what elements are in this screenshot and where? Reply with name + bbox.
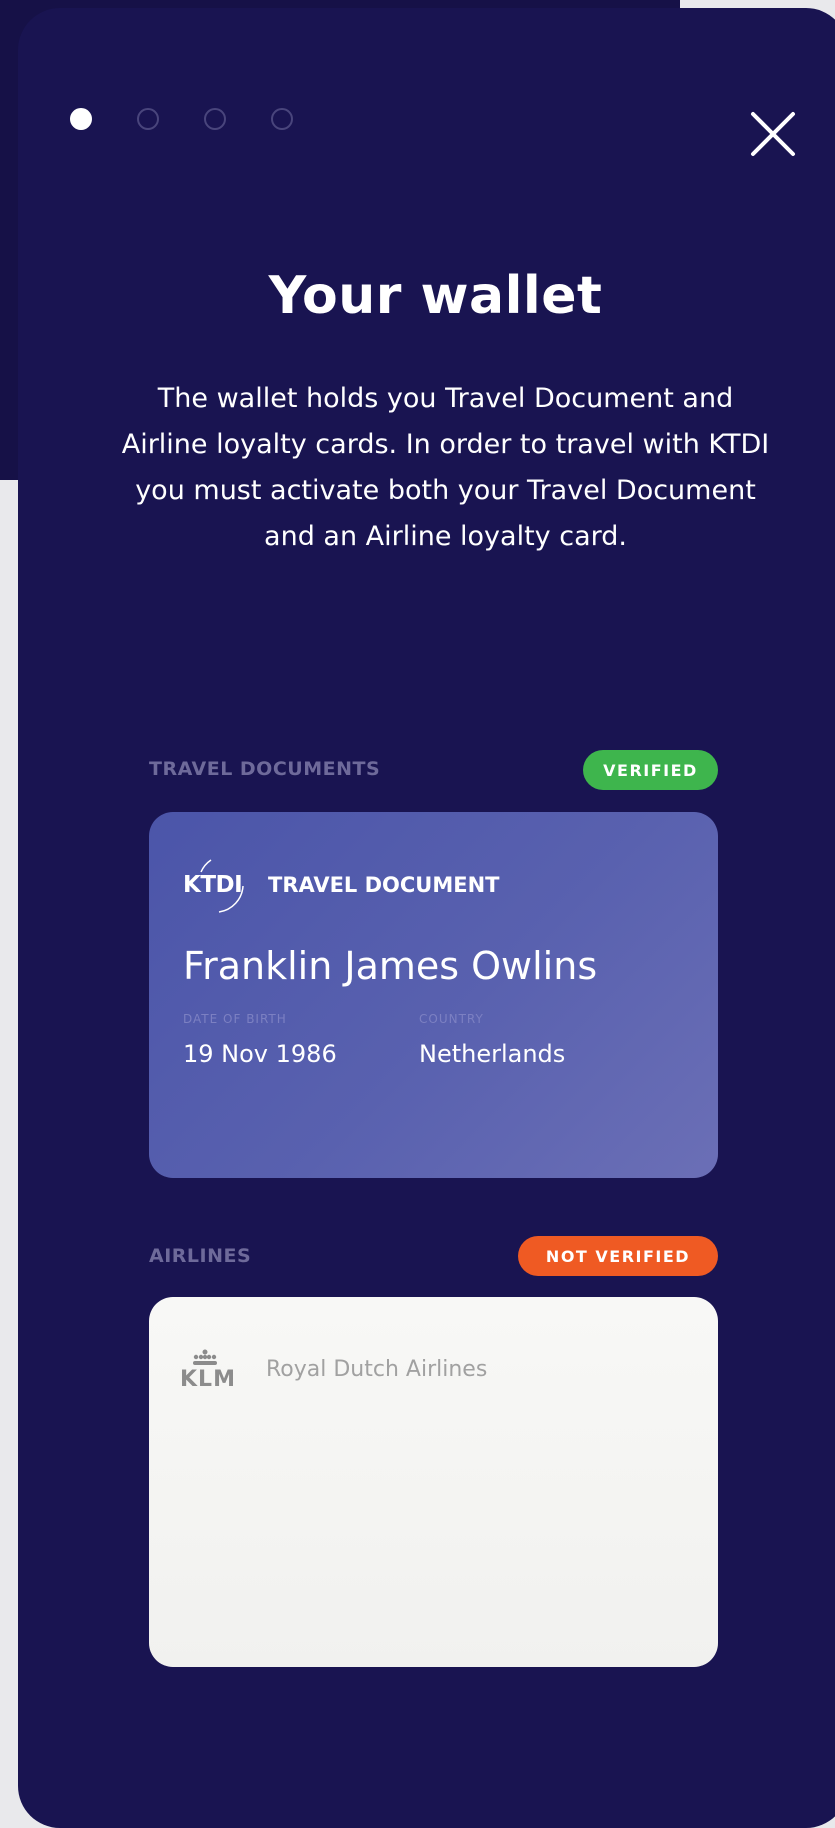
airline-loyalty-card[interactable]: KLM Royal Dutch Airlines — [149, 1297, 718, 1667]
page-dot-2[interactable] — [137, 108, 159, 130]
not-verified-badge: NOT VERIFIED — [518, 1236, 718, 1276]
page-dot-1[interactable] — [70, 108, 92, 130]
wallet-onboarding-modal: Your wallet The wallet holds you Travel … — [18, 8, 835, 1828]
travel-documents-label: TRAVEL DOCUMENTS — [149, 758, 381, 780]
verified-badge: VERIFIED — [583, 750, 718, 790]
airline-name: Royal Dutch Airlines — [266, 1357, 488, 1382]
country-label: COUNTRY — [419, 1012, 484, 1026]
page-dot-3[interactable] — [204, 108, 226, 130]
holder-name: Franklin James Owlins — [183, 944, 598, 988]
klm-crown-icon — [193, 1349, 217, 1365]
intro-text: The wallet holds you Travel Document and… — [121, 383, 770, 552]
page-dot-4[interactable] — [271, 108, 293, 130]
travel-document-card[interactable]: KTDI TRAVEL DOCUMENT Franklin James Owli… — [149, 812, 718, 1178]
close-icon — [751, 112, 795, 156]
country-value: Netherlands — [419, 1040, 566, 1068]
klm-logo-text: KLM — [180, 1367, 236, 1392]
dob-value: 19 Nov 1986 — [183, 1040, 337, 1068]
close-button[interactable] — [745, 106, 801, 162]
document-type: TRAVEL DOCUMENT — [268, 873, 500, 897]
page-indicator — [70, 108, 293, 130]
dob-label: DATE OF BIRTH — [183, 1012, 287, 1026]
ktdi-logo-text: KTDI — [183, 872, 243, 898]
airlines-label: AIRLINES — [149, 1245, 252, 1267]
page-title: Your wallet — [268, 266, 603, 326]
